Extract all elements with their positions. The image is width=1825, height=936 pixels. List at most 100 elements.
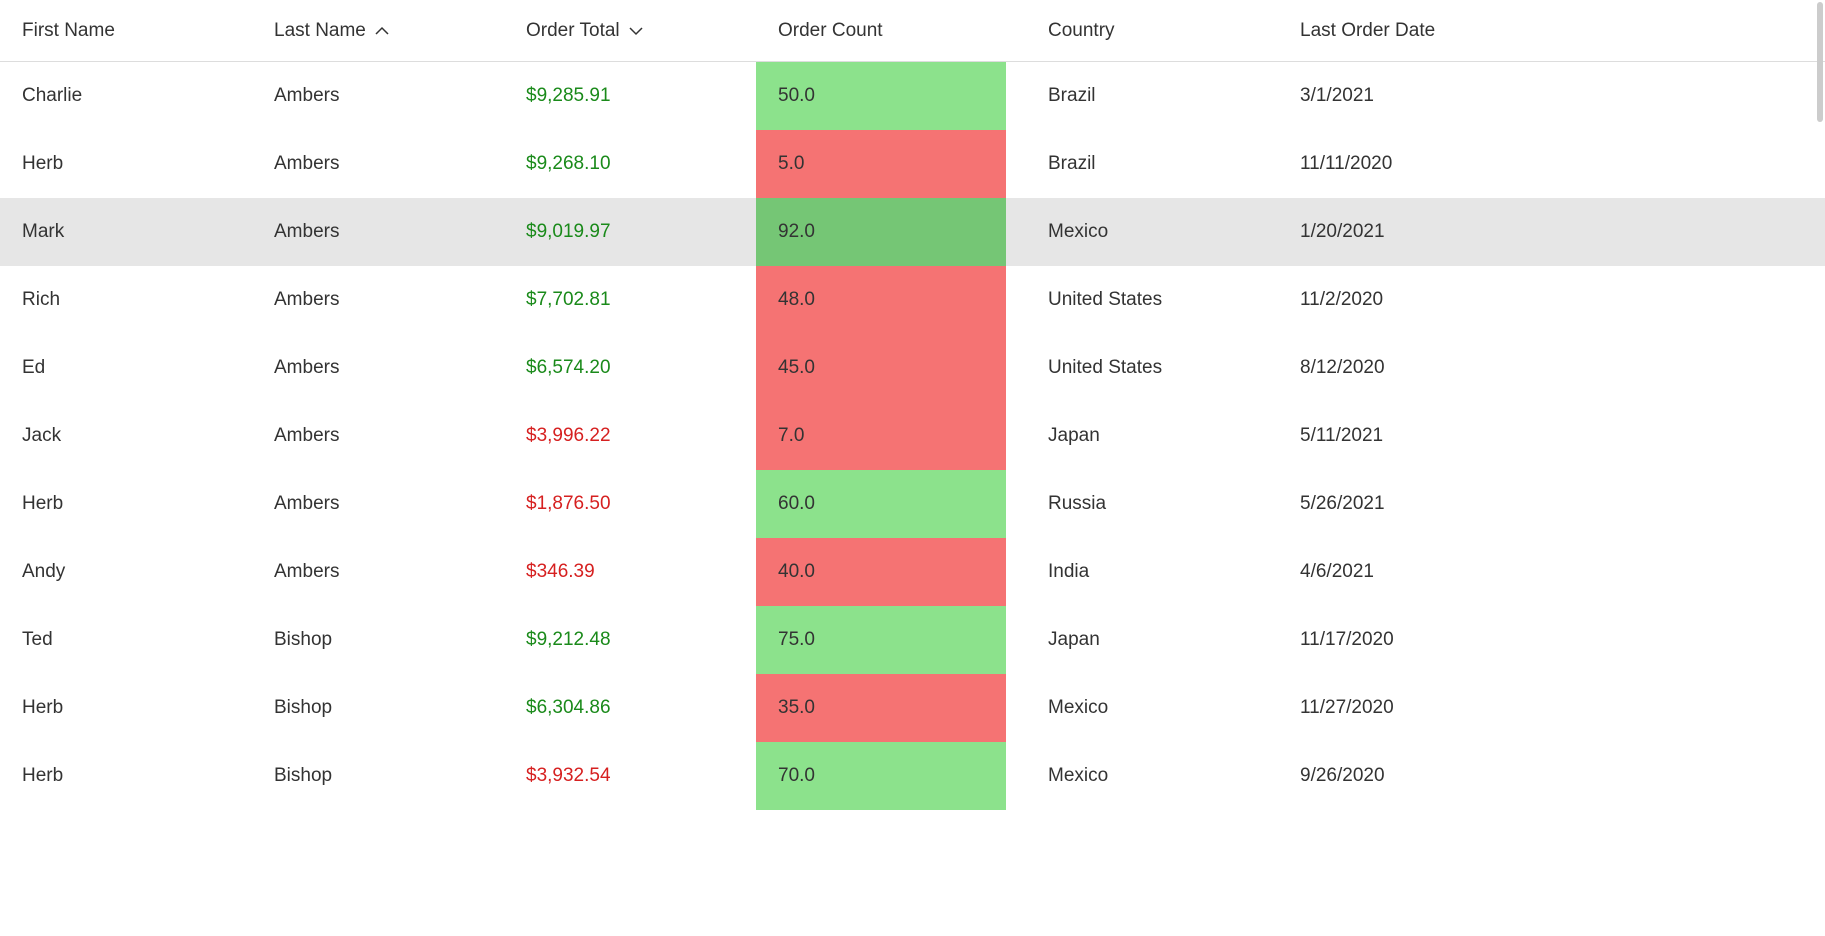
cell-last-name: Bishop <box>252 606 504 674</box>
table-header-row: First Name Last Name Order Total Order C… <box>0 0 1825 62</box>
table-row[interactable]: HerbAmbers$9,268.105.0 Brazil11/11/2020 <box>0 130 1825 198</box>
cell-order-total: $6,304.86 <box>504 674 756 742</box>
cell-order-count-value: 35.0 <box>756 674 1006 742</box>
cell-order-total: $1,876.50 <box>504 470 756 538</box>
cell-last-order-date: 11/2/2020 <box>1278 266 1825 334</box>
column-header-order-count[interactable]: Order Count <box>756 20 1026 42</box>
cell-last-order-date: 5/26/2021 <box>1278 470 1825 538</box>
cell-last-name: Ambers <box>252 130 504 198</box>
cell-order-count: 48.0 <box>756 266 1026 334</box>
cell-first-name: Herb <box>0 674 252 742</box>
cell-last-order-date: 11/27/2020 <box>1278 674 1825 742</box>
cell-order-total: $6,574.20 <box>504 334 756 402</box>
cell-last-name: Ambers <box>252 62 504 130</box>
cell-order-count-value: 50.0 <box>756 62 1006 130</box>
cell-first-name: Andy <box>0 538 252 606</box>
column-header-order-total[interactable]: Order Total <box>504 20 756 42</box>
cell-first-name: Herb <box>0 742 252 810</box>
cell-first-name: Ted <box>0 606 252 674</box>
column-header-last-order-date[interactable]: Last Order Date <box>1278 20 1825 42</box>
cell-first-name: Jack <box>0 402 252 470</box>
table-row[interactable]: HerbBishop$3,932.5470.0Mexico9/26/2020 <box>0 742 1825 810</box>
table-row[interactable]: MarkAmbers$9,019.9792.0 Mexico1/20/2021 <box>0 198 1825 266</box>
column-header-last-name[interactable]: Last Name <box>252 20 504 42</box>
table-row[interactable]: JackAmbers$3,996.227.0Japan5/11/2021 <box>0 402 1825 470</box>
cell-last-order-date: 9/26/2020 <box>1278 742 1825 810</box>
table-row[interactable]: HerbBishop$6,304.8635.0 Mexico11/27/2020 <box>0 674 1825 742</box>
cell-country: India <box>1026 538 1278 606</box>
cell-country: Japan <box>1026 402 1278 470</box>
table-row[interactable]: CharlieAmbers$9,285.9150.0 Brazil3/1/2021 <box>0 62 1825 130</box>
cell-order-total: $346.39 <box>504 538 756 606</box>
cell-last-order-date: 1/20/2021 <box>1278 198 1825 266</box>
cell-last-order-date: 11/11/2020 <box>1278 130 1825 198</box>
column-header-label: Order Total <box>526 20 620 42</box>
cell-last-order-date: 4/6/2021 <box>1278 538 1825 606</box>
cell-order-count-value: 92.0 <box>756 198 1006 266</box>
table-row[interactable]: TedBishop$9,212.4875.0 Japan11/17/2020 <box>0 606 1825 674</box>
cell-country: Mexico <box>1026 742 1278 810</box>
cell-first-name: Charlie <box>0 62 252 130</box>
cell-country: Mexico <box>1026 674 1278 742</box>
cell-last-name: Ambers <box>252 266 504 334</box>
cell-last-order-date: 3/1/2021 <box>1278 62 1825 130</box>
column-header-first-name[interactable]: First Name <box>0 20 252 42</box>
data-grid: First Name Last Name Order Total Order C… <box>0 0 1825 810</box>
cell-order-count: 50.0 <box>756 62 1026 130</box>
chevron-down-icon <box>628 23 644 39</box>
cell-order-count: 7.0 <box>756 402 1026 470</box>
column-header-country[interactable]: Country <box>1026 20 1278 42</box>
cell-country: Mexico <box>1026 198 1278 266</box>
cell-order-count: 70.0 <box>756 742 1026 810</box>
chevron-up-icon <box>374 23 390 39</box>
cell-last-name: Ambers <box>252 334 504 402</box>
cell-last-name: Bishop <box>252 742 504 810</box>
table-row[interactable]: AndyAmbers$346.3940.0 India4/6/2021 <box>0 538 1825 606</box>
cell-order-total: $9,268.10 <box>504 130 756 198</box>
cell-order-total: $7,702.81 <box>504 266 756 334</box>
column-header-label: Order Count <box>778 20 883 42</box>
cell-country: Japan <box>1026 606 1278 674</box>
cell-country: United States <box>1026 266 1278 334</box>
cell-order-total: $9,285.91 <box>504 62 756 130</box>
cell-order-count-value: 48.0 <box>756 266 1006 334</box>
cell-order-count-value: 40.0 <box>756 538 1006 606</box>
cell-first-name: Mark <box>0 198 252 266</box>
cell-order-count-value: 75.0 <box>756 606 1006 674</box>
cell-country: United States <box>1026 334 1278 402</box>
cell-order-total: $3,996.22 <box>504 402 756 470</box>
scrollbar-thumb[interactable] <box>1817 2 1823 122</box>
cell-order-count: 35.0 <box>756 674 1026 742</box>
cell-country: Brazil <box>1026 62 1278 130</box>
cell-country: Russia <box>1026 470 1278 538</box>
cell-order-total: $9,019.97 <box>504 198 756 266</box>
cell-order-count-value: 7.0 <box>756 402 1006 470</box>
cell-last-name: Ambers <box>252 402 504 470</box>
cell-last-name: Ambers <box>252 198 504 266</box>
cell-order-count: 5.0 <box>756 130 1026 198</box>
cell-last-name: Ambers <box>252 538 504 606</box>
cell-order-count-value: 5.0 <box>756 130 1006 198</box>
table-row[interactable]: EdAmbers$6,574.2045.0 United States8/12/2… <box>0 334 1825 402</box>
cell-order-count: 92.0 <box>756 198 1026 266</box>
cell-order-count: 45.0 <box>756 334 1026 402</box>
cell-first-name: Rich <box>0 266 252 334</box>
table-row[interactable]: HerbAmbers$1,876.5060.0Russia5/26/2021 <box>0 470 1825 538</box>
table-body: CharlieAmbers$9,285.9150.0Brazil3/1/2021… <box>0 62 1825 810</box>
cell-order-count: 40.0 <box>756 538 1026 606</box>
cell-country: Brazil <box>1026 130 1278 198</box>
cell-first-name: Herb <box>0 470 252 538</box>
table-row[interactable]: RichAmbers$7,702.8148.0 United States11/2… <box>0 266 1825 334</box>
cell-last-name: Bishop <box>252 674 504 742</box>
cell-last-order-date: 11/17/2020 <box>1278 606 1825 674</box>
cell-order-count-value: 45.0 <box>756 334 1006 402</box>
cell-first-name: Herb <box>0 130 252 198</box>
column-header-label: First Name <box>22 20 115 42</box>
cell-first-name: Ed <box>0 334 252 402</box>
cell-order-total: $3,932.54 <box>504 742 756 810</box>
cell-last-name: Ambers <box>252 470 504 538</box>
cell-order-total: $9,212.48 <box>504 606 756 674</box>
cell-order-count: 75.0 <box>756 606 1026 674</box>
cell-last-order-date: 8/12/2020 <box>1278 334 1825 402</box>
column-header-label: Last Name <box>274 20 366 42</box>
